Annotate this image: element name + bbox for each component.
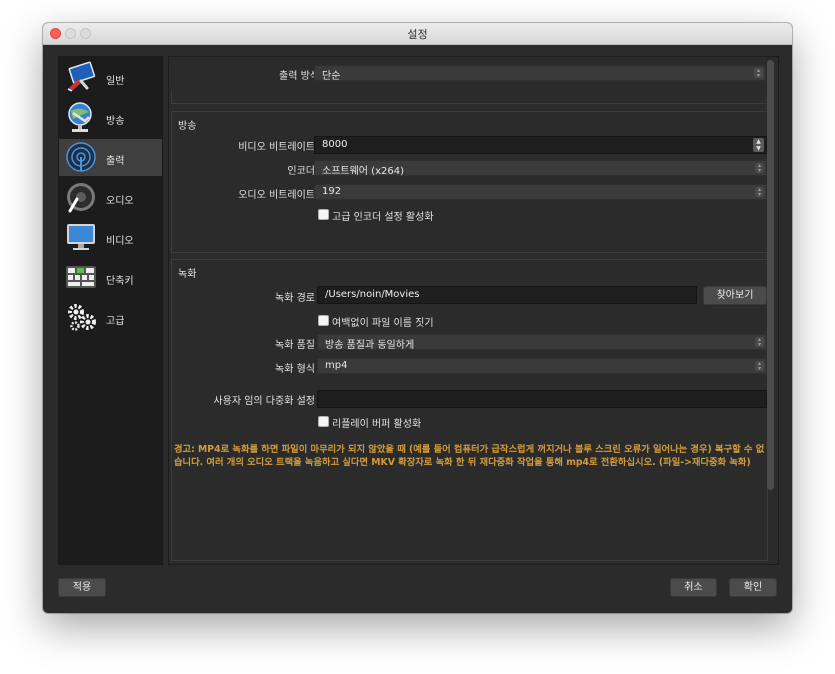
sidebar-item-label: 방송 — [106, 116, 125, 127]
advanced-encoder-checkbox[interactable]: 고급 인코더 설정 활성화 — [318, 208, 518, 223]
sidebar-item-audio[interactable]: 오디오 — [59, 179, 162, 216]
recording-quality-label: 녹화 품질 — [275, 340, 315, 351]
checkbox-box[interactable] — [318, 209, 329, 220]
select-arrows-icon: ▴ ▾ — [755, 337, 764, 348]
sidebar-item-label: 단축키 — [106, 276, 134, 287]
sidebar-item-label: 오디오 — [106, 196, 134, 207]
settings-window: 설정 일반 방송 출력 오디오 비디오 단축키 고급 출력 방식 단순 ▴ ▾ … — [43, 23, 792, 613]
select-arrows-icon: ▴ ▾ — [755, 187, 764, 198]
cancel-button[interactable]: 취소 — [670, 578, 717, 597]
sidebar-item-advanced[interactable]: 고급 — [59, 299, 162, 336]
output-mode-label: 출력 방식 — [279, 71, 319, 82]
select-arrows-icon: ▴ ▾ — [755, 163, 764, 174]
recording-group: 녹화 녹화 경로 /Users/noin/Movies 찾아보기 여백없이 파일… — [171, 259, 768, 561]
streaming-group: 방송 비디오 비트레이트 8000 ▲ ▼ 인코더 소프트웨어 (x264) ▴ ▾… — [171, 111, 768, 253]
sidebar-item-general[interactable]: 일반 — [59, 59, 162, 96]
recording-group-title: 녹화 — [178, 269, 197, 280]
apply-button[interactable]: 적용 — [58, 578, 106, 597]
window-title: 설정 — [407, 28, 428, 41]
recording-path-input[interactable]: /Users/noin/Movies — [317, 286, 697, 304]
spin-arrows-icon[interactable]: ▲ ▼ — [753, 138, 764, 152]
checkbox-box[interactable] — [318, 416, 329, 427]
title-bar: 설정 — [43, 23, 792, 45]
divider — [171, 91, 769, 104]
select-arrows-icon: ▴ ▾ — [754, 68, 763, 79]
ok-button[interactable]: 확인 — [729, 578, 777, 597]
recording-quality-select[interactable]: 방송 품질과 동일하게 ▴ ▾ — [317, 334, 767, 351]
recording-format-label: 녹화 형식 — [275, 364, 315, 375]
checkbox-box[interactable] — [318, 315, 329, 326]
video-bitrate-label: 비디오 비트레이트 — [238, 142, 315, 153]
recording-path-label: 녹화 경로 — [275, 293, 315, 304]
audio-icon — [67, 183, 95, 213]
broadcast-icon — [68, 102, 92, 132]
sidebar-item-broadcast[interactable]: 방송 — [59, 99, 162, 136]
encoder-select[interactable]: 소프트웨어 (x264) ▴ ▾ — [314, 160, 767, 177]
custom-muxer-input[interactable] — [317, 390, 767, 408]
custom-muxer-label: 사용자 임의 다중화 설정 — [213, 396, 315, 407]
audio-bitrate-label: 오디오 비트레이트 — [238, 190, 315, 201]
audio-bitrate-select[interactable]: 192 ▴ ▾ — [314, 184, 767, 200]
encoder-label: 인코더 — [287, 166, 315, 177]
advanced-icon — [68, 304, 96, 331]
sidebar-item-hotkeys[interactable]: 단축키 — [59, 259, 162, 296]
replay-buffer-checkbox[interactable]: 리플레이 버퍼 활성화 — [318, 415, 518, 430]
mp4-warning-text: 경고: MP4로 녹화를 하면 파일이 마무리가 되지 않았을 때 (예를 들어… — [174, 444, 765, 468]
sidebar-item-video[interactable]: 비디오 — [59, 219, 162, 256]
video-bitrate-spinbox[interactable]: 8000 ▲ ▼ — [314, 136, 767, 154]
browse-button[interactable]: 찾아보기 — [703, 286, 767, 305]
streaming-group-title: 방송 — [178, 121, 197, 132]
sidebar-item-label: 일반 — [106, 76, 125, 87]
recording-format-select[interactable]: mp4 ▴ ▾ — [317, 358, 767, 374]
video-icon — [67, 224, 95, 250]
no-space-filename-checkbox[interactable]: 여백없이 파일 이름 짓기 — [318, 314, 518, 329]
sidebar-item-label: 출력 — [106, 156, 125, 167]
sidebar-item-label: 비디오 — [106, 236, 134, 247]
settings-sidebar: 일반 방송 출력 오디오 비디오 단축키 고급 — [58, 56, 163, 565]
sidebar-item-label: 고급 — [106, 316, 125, 327]
scrollbar[interactable] — [767, 60, 774, 490]
output-icon — [66, 142, 96, 172]
select-arrows-icon: ▴ ▾ — [755, 361, 764, 372]
hotkeys-icon — [66, 266, 96, 288]
output-settings-panel: 출력 방식 단순 ▴ ▾ 방송 비디오 비트레이트 8000 ▲ ▼ 인코더 소프트… — [168, 56, 779, 565]
output-mode-select[interactable]: 단순 ▴ ▾ — [314, 65, 766, 82]
sidebar-item-output[interactable]: 출력 — [59, 139, 162, 176]
general-icon — [67, 61, 96, 92]
